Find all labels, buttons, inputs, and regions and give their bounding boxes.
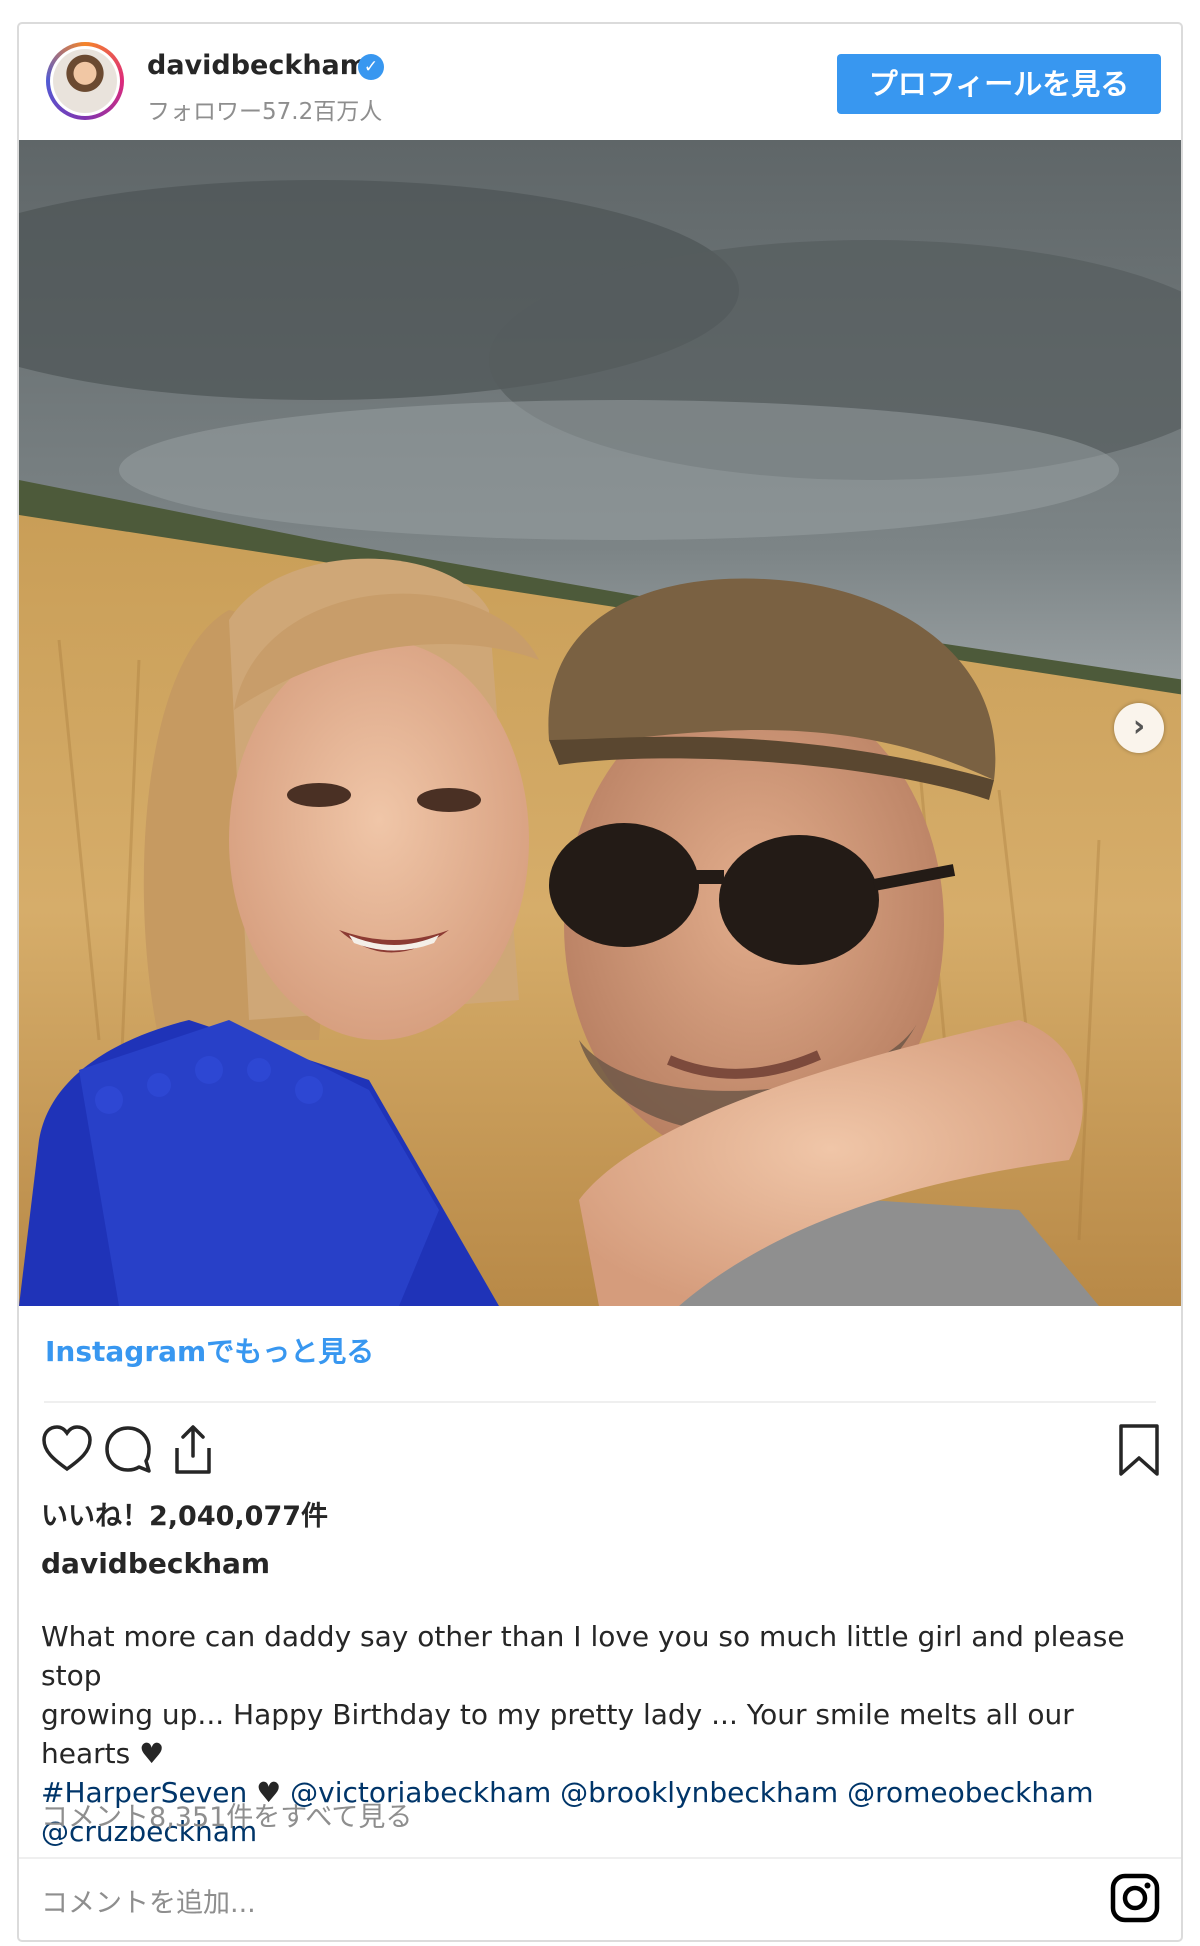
next-photo-arrow-icon[interactable]: › <box>1114 703 1164 753</box>
divider <box>44 1401 1156 1403</box>
caption-line: growing up... Happy Birthday to my prett… <box>41 1698 1074 1770</box>
photo-illustration <box>19 140 1181 1306</box>
share-icon[interactable] <box>165 1422 221 1478</box>
caption-author[interactable]: davidbeckham <box>41 1547 270 1580</box>
instagram-embed-card: davidbeckham ✓ フォロワー57.2百万人 プロフィールを見る › … <box>17 22 1183 1942</box>
add-comment-input[interactable]: コメントを追加... <box>41 1881 256 1920</box>
verified-badge-icon: ✓ <box>358 54 384 80</box>
action-bar <box>19 1422 1181 1484</box>
follower-count: フォロワー57.2百万人 <box>147 99 383 125</box>
avatar[interactable] <box>46 42 124 120</box>
bookmark-icon[interactable] <box>1111 1422 1167 1478</box>
heart-icon[interactable] <box>39 1422 95 1478</box>
more-on-instagram-link[interactable]: Instagramでもっと見る <box>45 1330 374 1370</box>
avatar-image <box>53 49 117 113</box>
instagram-logo-icon[interactable] <box>1109 1872 1161 1924</box>
divider <box>19 1857 1181 1859</box>
like-count[interactable]: いいね！2,040,077件 <box>41 1494 328 1533</box>
view-all-comments-link[interactable]: コメント8,351件をすべて見る <box>41 1795 412 1834</box>
comment-icon[interactable] <box>101 1422 157 1478</box>
username[interactable]: davidbeckham <box>147 50 368 81</box>
post-photo[interactable]: › <box>19 140 1181 1306</box>
mention-link[interactable]: @romeobeckham <box>847 1776 1093 1809</box>
mention-link[interactable]: @brooklynbeckham <box>560 1776 838 1809</box>
post-header: davidbeckham ✓ フォロワー57.2百万人 プロフィールを見る <box>19 24 1181 140</box>
view-profile-button[interactable]: プロフィールを見る <box>837 54 1161 114</box>
caption-line: What more can daddy say other than I lov… <box>41 1620 1125 1692</box>
